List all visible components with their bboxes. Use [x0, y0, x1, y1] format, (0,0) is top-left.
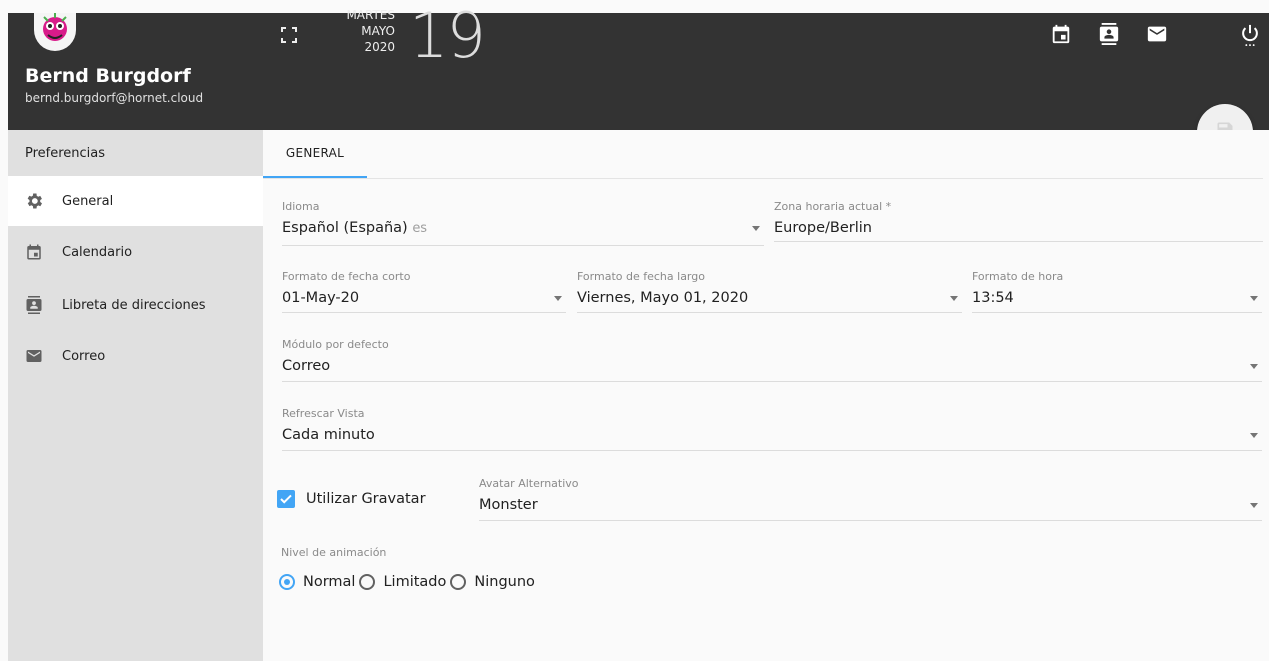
radio-ninguno[interactable]: Ninguno — [450, 574, 535, 590]
chevron-down-icon — [752, 226, 760, 231]
long-date-label: Formato de fecha largo — [577, 270, 705, 283]
chevron-down-icon — [1250, 296, 1258, 301]
radio-circle[interactable] — [279, 574, 295, 590]
timezone-label: Zona horaria actual * — [774, 200, 892, 213]
language-code: es — [412, 221, 428, 236]
mail-icon[interactable] — [1146, 23, 1168, 45]
gear-icon — [22, 189, 46, 213]
top-strip — [0, 0, 1269, 13]
mail-icon — [22, 344, 46, 368]
radio-label: Limitado — [383, 574, 447, 590]
underline — [577, 312, 962, 313]
radio-circle[interactable] — [359, 574, 376, 590]
sidebar-item-correo[interactable]: Correo — [8, 331, 263, 381]
contacts-icon[interactable] — [1098, 23, 1120, 45]
sidebar-item-label: Correo — [62, 348, 106, 364]
user-email: bernd.burgdorf@hornet.cloud — [25, 91, 204, 105]
underline — [774, 241, 1263, 242]
gravatar-checkbox[interactable]: Utilizar Gravatar — [277, 490, 426, 508]
short-date-value: 01-May-20 — [282, 290, 360, 306]
month: MAYO — [361, 24, 395, 38]
sidebar-item-label: Calendario — [62, 244, 133, 260]
radio-label: Ninguno — [474, 574, 535, 590]
year: 2020 — [364, 40, 395, 54]
sidebar-item-label: Libreta de direcciones — [62, 297, 206, 313]
alt-avatar-value: Monster — [479, 497, 538, 513]
default-module-label: Módulo por defecto — [282, 338, 389, 351]
fullscreen-icon[interactable] — [279, 25, 299, 45]
time-format-select[interactable]: Formato de hora 13:54 — [972, 270, 1262, 313]
sidebar-item-libreta[interactable]: Libreta de direcciones — [8, 280, 263, 330]
long-date-value: Viernes, Mayo 01, 2020 — [577, 290, 749, 306]
preferences-panel: GENERAL Idioma Español (España) es Zona … — [263, 130, 1269, 661]
short-date-label: Formato de fecha corto — [282, 270, 411, 283]
language-name: Español (España) — [282, 220, 408, 236]
underline — [972, 312, 1262, 313]
refresh-label: Refrescar Vista — [282, 407, 365, 420]
tab-bar: GENERAL — [263, 130, 1263, 179]
underline — [282, 312, 566, 313]
radio-normal[interactable]: Normal — [279, 574, 355, 590]
chevron-down-icon — [1250, 433, 1258, 438]
chevron-down-icon — [1250, 503, 1258, 508]
chevron-down-icon — [554, 296, 562, 301]
date-text: MARTES MAYO 2020 — [311, 7, 395, 55]
refresh-select[interactable]: Refrescar Vista Cada minuto — [282, 407, 1262, 451]
underline — [282, 245, 764, 246]
radio-limitado[interactable]: Limitado — [359, 574, 446, 590]
timezone-value: Europe/Berlin — [774, 220, 872, 236]
long-date-select[interactable]: Formato de fecha largo Viernes, Mayo 01,… — [577, 270, 962, 313]
default-module-select[interactable]: Módulo por defecto Correo — [282, 338, 1262, 382]
underline — [479, 520, 1262, 521]
default-module-value: Correo — [282, 358, 331, 374]
animation-label: Nivel de animación — [281, 546, 387, 559]
calendar-icon — [22, 240, 46, 264]
avatar[interactable] — [34, 13, 76, 51]
calendar-icon[interactable] — [1050, 23, 1072, 45]
day-number: 19 — [409, 0, 486, 72]
sidebar-item-label: General — [62, 193, 114, 209]
tab-general[interactable]: GENERAL — [263, 130, 367, 178]
timezone-field[interactable]: Zona horaria actual * Europe/Berlin — [774, 200, 1263, 242]
sidebar: Bernd Burgdorf bernd.burgdorf@hornet.clo… — [8, 13, 263, 661]
radio-circle[interactable] — [450, 574, 467, 590]
short-date-select[interactable]: Formato de fecha corto 01-May-20 — [282, 270, 566, 313]
gravatar-label: Utilizar Gravatar — [306, 491, 426, 507]
underline — [282, 381, 1262, 382]
contacts-icon — [22, 293, 46, 317]
time-format-label: Formato de hora — [972, 270, 1064, 283]
alt-avatar-label: Avatar Alternativo — [479, 477, 579, 490]
sidebar-item-general[interactable]: General — [8, 176, 263, 226]
animation-radio-group: Normal Limitado Ninguno — [279, 574, 539, 590]
language-label: Idioma — [282, 200, 320, 213]
checkbox-checked[interactable] — [277, 490, 295, 508]
sidebar-title: Preferencias — [25, 146, 106, 161]
language-select[interactable]: Idioma Español (España) es — [282, 200, 764, 246]
user-card: Bernd Burgdorf bernd.burgdorf@hornet.clo… — [8, 13, 263, 130]
power-icon[interactable] — [1239, 23, 1261, 46]
sidebar-item-calendario[interactable]: Calendario — [8, 227, 263, 277]
underline — [282, 450, 1262, 451]
language-value: Español (España) es — [282, 220, 427, 236]
alt-avatar-select[interactable]: Avatar Alternativo Monster — [479, 477, 1262, 521]
weekday: MARTES — [346, 8, 395, 22]
time-format-value: 13:54 — [972, 290, 1014, 306]
radio-label: Normal — [303, 574, 356, 590]
refresh-value: Cada minuto — [282, 427, 375, 443]
user-name: Bernd Burgdorf — [25, 65, 191, 87]
header: MARTES MAYO 2020 19 — [263, 0, 1269, 130]
chevron-down-icon — [950, 296, 958, 301]
chevron-down-icon — [1250, 364, 1258, 369]
